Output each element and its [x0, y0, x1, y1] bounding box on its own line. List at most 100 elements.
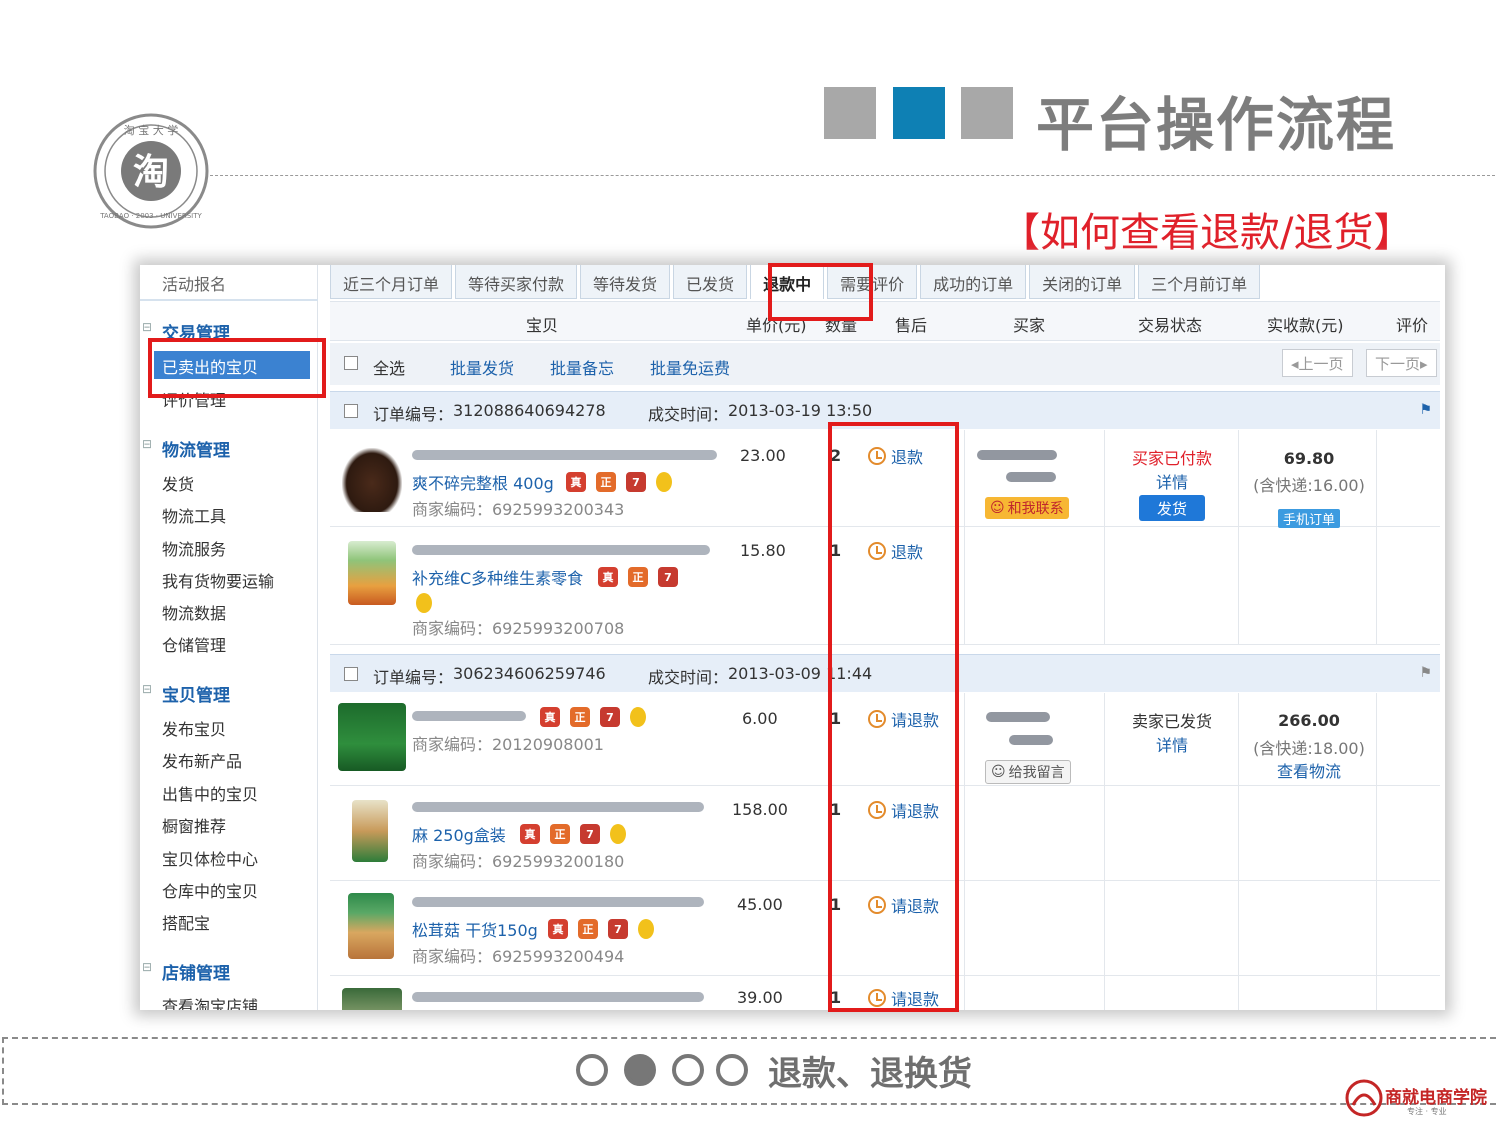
service-badges: 真 正 7 — [598, 567, 678, 587]
column-divider — [964, 693, 965, 1010]
sidebar-item-in-stock[interactable]: 仓库中的宝贝 — [162, 878, 258, 902]
sidebar-item-freight[interactable]: 我有货物要运输 — [162, 568, 274, 592]
contact-label: 和我联系 — [1007, 501, 1064, 517]
product-title[interactable]: 爽不碎完整根 400g — [412, 470, 554, 494]
prev-page-button[interactable]: ◂上一页 — [1282, 349, 1353, 377]
leave-message-label: 给我留言 — [1008, 765, 1065, 781]
sidebar-item-warehouse[interactable]: 仓储管理 — [162, 632, 226, 656]
buyer-name-obscured — [1009, 735, 1053, 745]
highlight-refunding-tab — [768, 263, 873, 321]
taobao-university-seal-logo: 淘 淘 宝 大 学 TAOBAO · 2003 · UNIVERSITY — [93, 113, 209, 229]
trade-detail-link[interactable]: 详情 — [1118, 732, 1226, 756]
order-number-label: 订单编号： — [373, 668, 454, 687]
product-thumbnail[interactable] — [342, 448, 402, 512]
sidebar-item-showcase[interactable]: 橱窗推荐 — [162, 813, 226, 837]
shipping-fee: (含快递:16.00) — [1253, 476, 1365, 495]
authentic-badge-icon: 正 — [628, 567, 648, 587]
order-number-label: 订单编号： — [373, 405, 454, 424]
deal-time-label: 成交时间： — [648, 668, 729, 687]
sidebar-item-on-sale[interactable]: 出售中的宝贝 — [162, 781, 258, 805]
sidebar-item-bundle[interactable]: 搭配宝 — [162, 910, 210, 934]
sidebar-item-publish[interactable]: 发布宝贝 — [162, 716, 226, 740]
genuine-badge-icon: 真 — [566, 472, 586, 492]
tab-awaiting-payment[interactable]: 等待买家付款 — [455, 265, 578, 299]
unit-price: 23.00 — [740, 446, 786, 465]
product-title[interactable]: 麻 250g盒装 — [412, 822, 506, 846]
service-badges-overflow — [416, 593, 432, 613]
order-checkbox[interactable] — [344, 404, 358, 418]
view-logistics-link[interactable]: 查看物流 — [1250, 758, 1368, 782]
svg-text:淘 宝 大 学: 淘 宝 大 学 — [124, 123, 179, 137]
ship-button[interactable]: 发货 — [1139, 495, 1205, 521]
buyer-name-obscured — [1006, 472, 1056, 482]
product-thumbnail[interactable] — [348, 541, 396, 605]
product-thumbnail[interactable] — [348, 893, 394, 959]
flag-icon[interactable]: ⚑ — [1419, 402, 1432, 418]
unit-price: 6.00 — [742, 709, 778, 728]
trade-status: 买家已付款 — [1131, 449, 1212, 468]
batch-free-shipping-link[interactable]: 批量免运费 — [650, 355, 730, 379]
product-title-obscured — [412, 711, 526, 721]
batch-ship-link[interactable]: 批量发货 — [450, 355, 514, 379]
flag-icon[interactable]: ⚑ — [1419, 665, 1432, 681]
product-thumbnail[interactable] — [338, 703, 406, 771]
tab-shipped[interactable]: 已发货 — [673, 265, 748, 299]
sidebar-item-ship[interactable]: 发货 — [162, 471, 194, 495]
authentic-badge-icon: 正 — [570, 707, 590, 727]
sidebar-item-logistics-data[interactable]: 物流数据 — [162, 600, 226, 624]
unit-price: 45.00 — [737, 895, 783, 914]
product-title-obscured — [412, 545, 710, 555]
progress-dot-active — [624, 1054, 656, 1086]
order-checkbox[interactable] — [344, 667, 358, 681]
product-title[interactable]: 松茸菇 干货150g — [412, 917, 538, 941]
tab-closed[interactable]: 关闭的订单 — [1029, 265, 1136, 299]
highlight-sold-items — [148, 338, 326, 398]
column-header: 宝贝 单价(元) 数量 售后 买家 交易状态 实收款(元) 评价 — [330, 301, 1440, 341]
authentic-badge-icon: 正 — [578, 919, 598, 939]
col-buyer: 买家 — [1013, 316, 1046, 335]
brand-emblem-icon — [1345, 1079, 1383, 1117]
product-title[interactable]: 补充维C多种维生素零食 — [412, 565, 583, 589]
trade-detail-link[interactable]: 详情 — [1118, 469, 1226, 493]
sidebar-item-logistics-service[interactable]: 物流服务 — [162, 536, 226, 560]
corn-badge-icon — [630, 707, 646, 727]
sidebar-item-logistics-tools[interactable]: 物流工具 — [162, 503, 226, 527]
service-badges: 真 正 7 — [520, 824, 626, 844]
column-divider — [1104, 430, 1105, 645]
sidebar-item-publish-new[interactable]: 发布新产品 — [162, 748, 242, 772]
svg-text:淘: 淘 — [133, 152, 169, 193]
next-page-button[interactable]: 下一页▸ — [1366, 349, 1437, 377]
svg-text:TAOBAO · 2003 · UNIVERSITY: TAOBAO · 2003 · UNIVERSITY — [99, 212, 202, 220]
contact-me-button[interactable]: ☺ 和我联系 — [985, 497, 1069, 519]
leave-message-button[interactable]: ☺ 给我留言 — [985, 760, 1071, 784]
sidebar-group-shop[interactable]: 店铺管理 — [142, 959, 230, 984]
tab-older-than-3-months[interactable]: 三个月前订单 — [1138, 265, 1261, 299]
header-divider — [200, 175, 1495, 176]
tab-awaiting-shipment[interactable]: 等待发货 — [580, 265, 671, 299]
sidebar-item-activity[interactable]: 活动报名 — [162, 271, 226, 295]
select-all-checkbox[interactable] — [344, 356, 358, 370]
merchant-code: 商家编码：6925993200708 — [412, 619, 625, 638]
tab-successful[interactable]: 成功的订单 — [920, 265, 1027, 299]
tab-recent-3-months[interactable]: 近三个月订单 — [330, 265, 453, 299]
product-thumbnail[interactable] — [342, 988, 402, 1010]
sidebar-group-logistics[interactable]: 物流管理 — [142, 436, 230, 461]
footer-section-title: 退款、退换货 — [768, 1054, 972, 1094]
deal-time: 2013-03-19 13:50 — [728, 401, 873, 420]
progress-dot — [576, 1054, 608, 1086]
column-divider — [1238, 693, 1239, 1010]
product-thumbnail[interactable] — [352, 800, 388, 862]
select-all-label: 全选 — [373, 359, 406, 378]
buyer-name-obscured — [986, 712, 1050, 722]
genuine-badge-icon: 真 — [520, 824, 540, 844]
col-item: 宝贝 — [526, 316, 559, 335]
service-badges: 真 正 7 — [548, 919, 654, 939]
col-paid: 实收款(元) — [1267, 316, 1344, 335]
batch-memo-link[interactable]: 批量备忘 — [550, 355, 614, 379]
sidebar-group-items[interactable]: 宝贝管理 — [142, 681, 230, 706]
paid-amount: 69.80 — [1283, 449, 1335, 468]
progress-dot — [672, 1054, 704, 1086]
sidebar-item-view-shop[interactable]: 查看淘宝店铺 — [162, 993, 258, 1010]
header-square-gray — [961, 87, 1013, 139]
sidebar-item-health-check[interactable]: 宝贝体检中心 — [162, 846, 258, 870]
